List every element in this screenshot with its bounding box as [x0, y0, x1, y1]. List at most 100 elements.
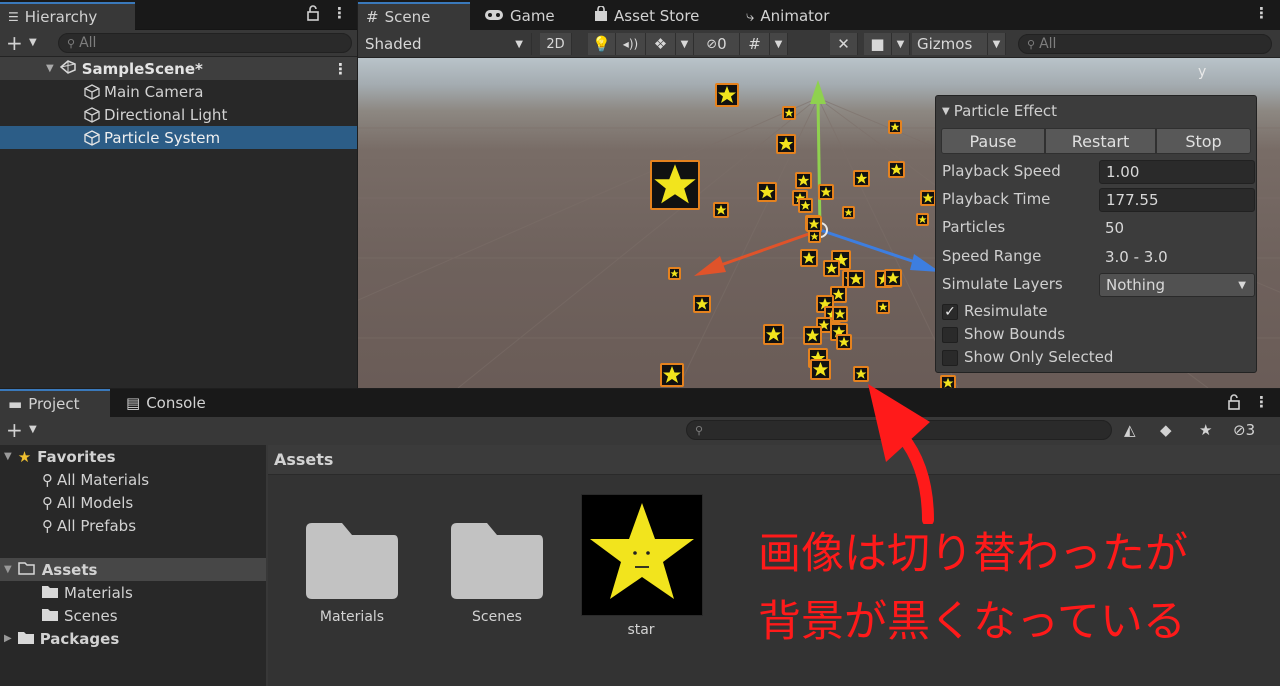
folder-item-scenes[interactable]: Scenes [0, 604, 266, 627]
star-texture-thumbnail [581, 494, 703, 616]
camera-dropdown-icon[interactable]: ▼ [892, 33, 910, 55]
asset-item-star[interactable]: star [581, 494, 703, 638]
tab-project[interactable]: ▬ Project [0, 389, 110, 417]
favorites-row[interactable]: ▼ ★ Favorites [0, 445, 266, 468]
asset-label: Scenes [472, 609, 522, 625]
star-particle [916, 213, 929, 226]
favorite-item-all-models[interactable]: ⚲ All Models [0, 491, 266, 514]
tools-icon[interactable]: ✕ [830, 33, 858, 55]
tab-asset-store[interactable]: Asset Store [586, 2, 708, 30]
playback-time-value: 177.55 [1106, 191, 1159, 209]
hierarchy-item-directional-light[interactable]: Directional Light [0, 103, 357, 126]
audio-toggle-icon[interactable]: ◂)) [616, 33, 646, 55]
tab-game-label: Game [510, 7, 555, 25]
tab-hierarchy[interactable]: ☰ Hierarchy [0, 2, 135, 30]
gizmos-dropdown[interactable]: Gizmos [912, 33, 988, 55]
hierarchy-search-input[interactable]: ⚲ All [58, 33, 352, 53]
star-particle [876, 300, 890, 314]
resimulate-checkbox[interactable]: ✓ [942, 304, 958, 320]
hierarchy-item-label: Main Camera [104, 82, 204, 101]
scene-view-panel: # Scene Game Asset Store ⤷ Animator ⋮ Sh… [358, 0, 1280, 388]
scene-visibility-toggle[interactable]: ⊘ 0 [694, 33, 740, 55]
chevron-down-icon[interactable]: ▼ [29, 37, 37, 48]
scene-kebab-icon[interactable]: ⋮ [1254, 4, 1269, 22]
chevron-down-icon[interactable]: ▼ [29, 424, 37, 435]
tab-animator[interactable]: ⤷ Animator [738, 2, 838, 30]
hierarchy-panel: ☰ Hierarchy ⋮ + ▼ ⚲ All ▼ SampleScene* ⋮… [0, 0, 357, 388]
favorite-item-all-prefabs[interactable]: ⚲ All Prefabs [0, 514, 266, 537]
speed-range-value: 3.0 - 3.0 [1105, 248, 1168, 266]
scene-viewport[interactable]: y ▼ Particle Effect Pause Restart Stop P… [358, 58, 1280, 388]
packages-folder-row[interactable]: ▶ Packages [0, 627, 266, 650]
simulate-layers-value: Nothing [1106, 276, 1165, 294]
assets-folder-row[interactable]: ▼ Assets [0, 558, 266, 581]
star-particle [715, 83, 739, 107]
tab-game[interactable]: Game [476, 2, 563, 30]
grid-toggle-icon[interactable]: # [740, 33, 770, 55]
star-particle [795, 172, 812, 189]
add-icon[interactable]: + [6, 31, 23, 55]
restart-label: Restart [1071, 131, 1130, 151]
show-bounds-checkbox[interactable] [942, 327, 958, 343]
favorite-star-icon[interactable]: ★ [1199, 421, 1212, 439]
tab-console[interactable]: ▤ Console [118, 389, 214, 417]
breadcrumb-label: Assets [274, 450, 334, 469]
particles-label: Particles [942, 218, 1006, 236]
scene-row[interactable]: ▼ SampleScene* ⋮ [0, 57, 357, 80]
asset-item-scenes[interactable]: Scenes [437, 515, 557, 631]
simulate-layers-dropdown[interactable]: Nothing ▼ [1099, 273, 1255, 297]
search-icon: ⚲ [1027, 37, 1036, 51]
folder-item-materials[interactable]: Materials [0, 581, 266, 604]
project-kebab-icon[interactable]: ⋮ [1254, 393, 1269, 411]
hierarchy-item-main-camera[interactable]: Main Camera [0, 80, 357, 103]
project-tabbar: ▬ Project ▤ Console ⋮ [0, 389, 1280, 417]
star-particle [836, 334, 852, 350]
camera-icon[interactable]: ■ [864, 33, 892, 55]
lighting-toggle-icon[interactable]: 💡 [588, 33, 616, 55]
restart-button[interactable]: Restart [1045, 128, 1156, 154]
expand-arrow-icon[interactable]: ▼ [4, 564, 12, 575]
stop-label: Stop [1185, 131, 1222, 151]
effects-dropdown-icon[interactable]: ▼ [676, 33, 694, 55]
kebab-menu-icon[interactable]: ⋮ [332, 4, 347, 22]
tab-console-label: Console [146, 394, 206, 412]
large-folder-icon [302, 515, 402, 615]
playback-speed-label: Playback Speed [942, 162, 1061, 180]
lock-icon[interactable] [1227, 394, 1241, 414]
scene-menu-icon[interactable]: ⋮ [333, 60, 348, 78]
lock-icon[interactable] [306, 5, 320, 25]
folder-label: Scenes [64, 606, 118, 625]
pause-button[interactable]: Pause [941, 128, 1045, 154]
favorite-item-label: All Materials [57, 470, 150, 489]
shading-mode-dropdown[interactable]: Shaded ▼ [358, 33, 532, 55]
star-particle [853, 170, 870, 187]
tab-scene[interactable]: # Scene [358, 2, 470, 30]
asset-item-materials[interactable]: Materials [292, 515, 412, 631]
favorites-label: Favorites [37, 447, 116, 466]
hidden-packages-toggle[interactable]: ⊘3 [1233, 421, 1255, 439]
filter-by-type-icon[interactable]: ◭ [1124, 421, 1136, 439]
playback-speed-field[interactable]: 1.00 [1099, 160, 1255, 184]
hierarchy-item-particle-system[interactable]: Particle System [0, 126, 357, 149]
gizmos-chevron-icon[interactable]: ▼ [988, 33, 1006, 55]
favorite-item-all-materials[interactable]: ⚲ All Materials [0, 468, 266, 491]
stop-button[interactable]: Stop [1156, 128, 1251, 154]
expand-arrow-icon[interactable]: ▼ [4, 451, 12, 462]
add-icon[interactable]: + [6, 418, 23, 442]
star-particle [810, 359, 831, 380]
playback-speed-value: 1.00 [1106, 163, 1140, 181]
folder-icon [42, 607, 58, 625]
filter-by-label-icon[interactable]: ◆ [1160, 421, 1172, 439]
show-only-selected-checkbox[interactable] [942, 350, 958, 366]
expand-arrow-icon[interactable]: ▶ [4, 633, 12, 644]
expand-arrow-icon[interactable]: ▼ [46, 63, 54, 74]
playback-time-field[interactable]: 177.55 [1099, 188, 1255, 212]
collapse-arrow-icon[interactable]: ▼ [942, 106, 950, 117]
grid-dropdown-icon[interactable]: ▼ [770, 33, 788, 55]
toggle-2d-button[interactable]: 2D [540, 33, 572, 55]
scene-search-input[interactable]: ⚲ All [1018, 34, 1272, 54]
star-particle [832, 306, 848, 322]
effects-toggle-icon[interactable]: ❖ [646, 33, 676, 55]
animator-icon: ⤷ [746, 7, 755, 25]
playback-time-label: Playback Time [942, 190, 1051, 208]
